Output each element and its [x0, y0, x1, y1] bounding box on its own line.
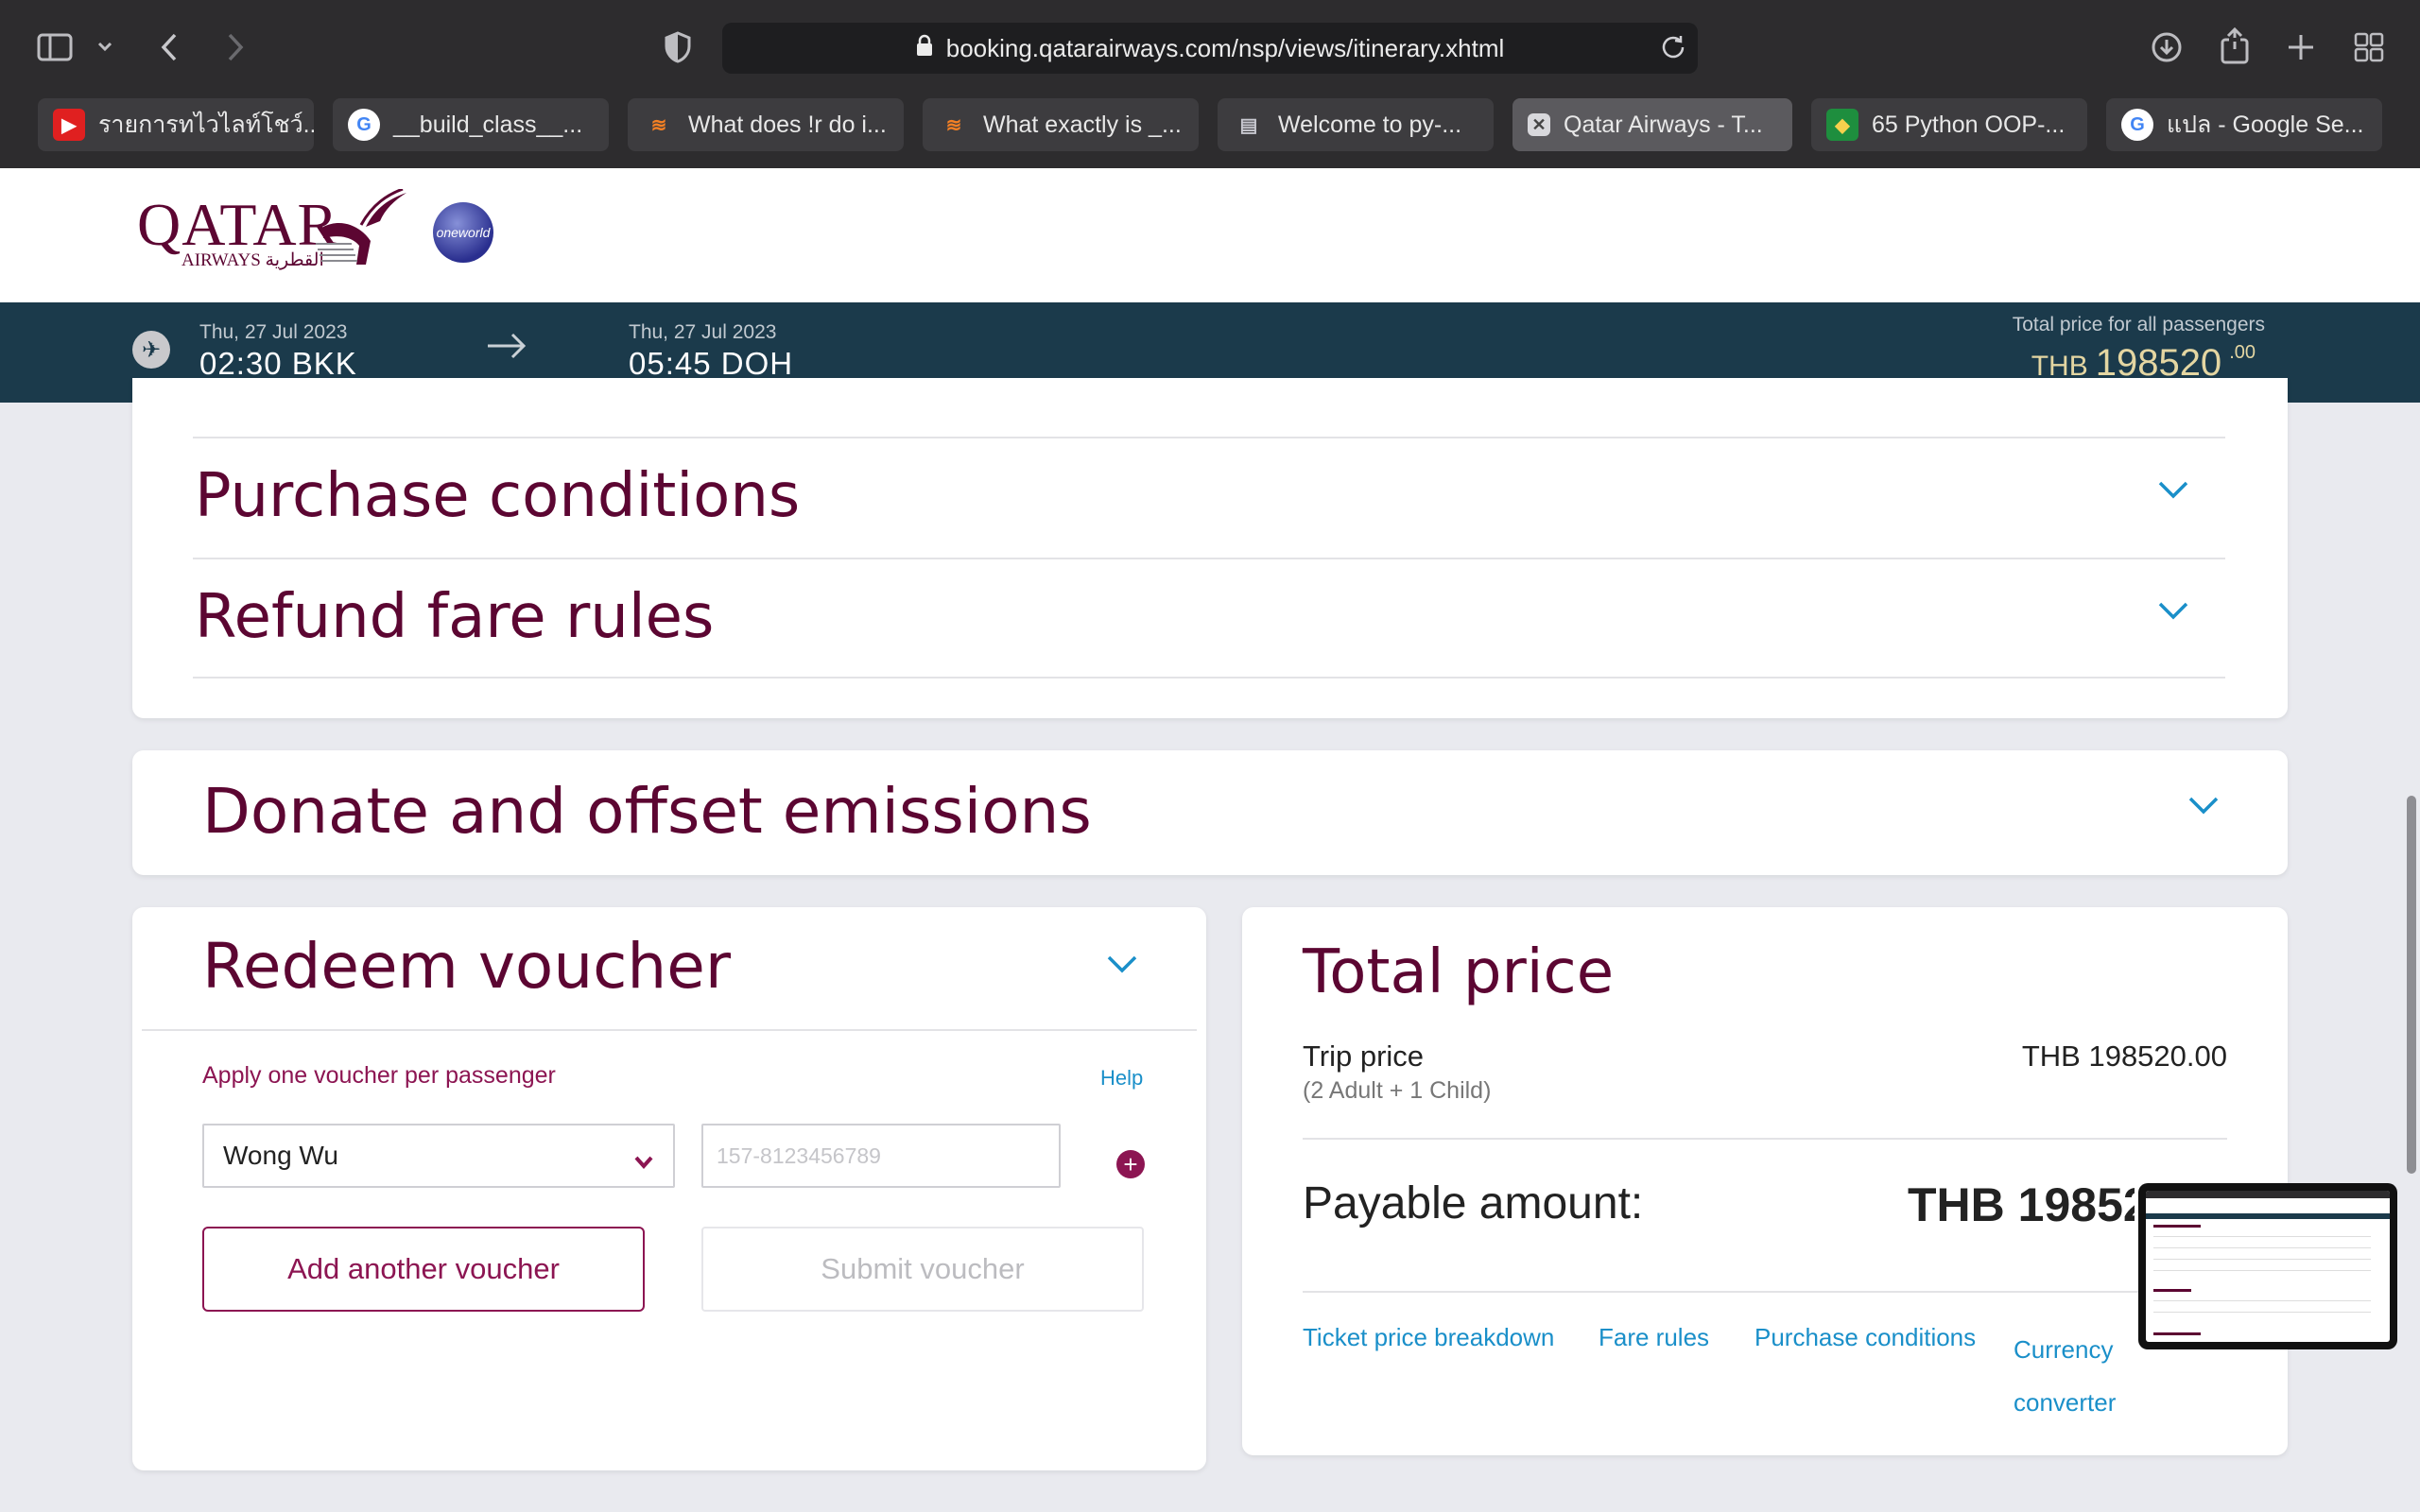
stackoverflow-icon: ≋ — [945, 114, 962, 136]
donate-card[interactable]: Donate and offset emissions — [132, 750, 2288, 875]
stackoverflow-icon: ≋ — [650, 114, 667, 136]
currency-converter-link[interactable]: Currency converter — [2014, 1323, 2127, 1429]
lock-icon — [916, 34, 933, 63]
passenger-count: (2 Adult + 1 Child) — [1303, 1077, 1492, 1104]
arrive-time: 05:45 DOH — [629, 346, 794, 381]
payable-amount-value: THB 198520.00 — [1908, 1178, 2135, 1231]
tab-python-oop[interactable]: ◆ 65 Python OOP-... — [1811, 98, 2087, 151]
new-tab-icon[interactable] — [2282, 28, 2320, 66]
tab-label: What exactly is _... — [983, 111, 1182, 138]
page-scrollbar[interactable] — [2407, 796, 2416, 1174]
url-text: booking.qatarairways.com/nsp/views/itine… — [945, 33, 1505, 62]
thumbnail-preview — [2146, 1191, 2390, 1342]
depart-date: Thu, 27 Jul 2023 — [199, 321, 348, 343]
tab-youtube[interactable]: ▶ รายการทไวไลท์โชว์... — [38, 98, 314, 151]
purchase-conditions-heading: Purchase conditions — [195, 461, 801, 531]
reload-icon[interactable] — [1660, 34, 1686, 67]
tab-overview-icon[interactable] — [2350, 28, 2388, 66]
sidebar-toggle-icon[interactable] — [36, 28, 74, 66]
fare-rules-link[interactable]: Fare rules — [1599, 1323, 1709, 1352]
help-link[interactable]: Help — [1100, 1066, 1143, 1091]
forward-icon[interactable] — [221, 28, 250, 66]
total-decimals: .00 — [2229, 342, 2256, 363]
tab-label: __build_class__... — [393, 111, 583, 138]
tab-qatar-airways[interactable]: ✕ Qatar Airways - T... — [1512, 98, 1792, 151]
divider — [1303, 1138, 2227, 1140]
tab-py-docs[interactable]: ▤ Welcome to py-... — [1218, 98, 1494, 151]
voucher-card: Redeem voucher — [132, 907, 1206, 1470]
tab-strip: ▶ รายการทไวไลท์โชว์... G __build_class__… — [38, 98, 2382, 153]
tab-label: Welcome to py-... — [1278, 111, 1462, 138]
passenger-select-value: Wong Wu — [223, 1141, 338, 1170]
tab-label: 65 Python OOP-... — [1872, 111, 2066, 138]
arrive-date: Thu, 27 Jul 2023 — [629, 321, 777, 343]
address-bar[interactable]: booking.qatarairways.com/nsp/views/itine… — [722, 23, 1698, 74]
back-icon[interactable] — [155, 28, 183, 66]
chevron-down-icon[interactable] — [2187, 796, 2220, 819]
tab-stackoverflow-what[interactable]: ≋ What exactly is _... — [923, 98, 1199, 151]
ticket-price-breakdown-link[interactable]: Ticket price breakdown — [1303, 1323, 1554, 1352]
passenger-select[interactable]: Wong Wu — [202, 1124, 675, 1188]
depart-time: 02:30 BKK — [199, 346, 357, 381]
divider — [1303, 1291, 2227, 1293]
redeem-voucher-heading: Redeem voucher — [202, 930, 732, 1003]
classroom-icon: ◆ — [1826, 109, 1858, 141]
close-icon[interactable]: ✕ — [1528, 113, 1550, 136]
payable-amount-label: Payable amount: — [1303, 1178, 1644, 1228]
accordion-refund-fare-rules[interactable]: Refund fare rules — [193, 558, 2225, 679]
chevron-down-icon[interactable] — [2157, 601, 2189, 625]
tab-google-translate[interactable]: G แปล - Google Se... — [2106, 98, 2382, 151]
google-icon: G — [348, 109, 380, 141]
total-price-heading: Total price — [1303, 937, 1615, 1007]
chevron-down-icon[interactable] — [93, 34, 117, 59]
add-another-voucher-button[interactable]: Add another voucher — [202, 1227, 645, 1312]
oryx-logo-icon — [314, 187, 408, 275]
chevron-down-icon[interactable] — [2157, 480, 2189, 504]
arrow-right-icon — [484, 329, 529, 368]
add-voucher-plus-icon[interactable]: + — [1116, 1150, 1145, 1178]
google-icon: G — [2121, 109, 2153, 141]
browser-toolbar: booking.qatarairways.com/nsp/views/itine… — [0, 0, 2420, 168]
accordion-purchase-conditions[interactable]: Purchase conditions — [193, 437, 2225, 558]
tab-label: แปล - Google Se... — [2167, 112, 2364, 138]
tab-label: What does !r do i... — [688, 111, 887, 138]
trip-price-amount: THB 198520.00 — [2021, 1040, 2227, 1073]
tab-stackoverflow-r[interactable]: ≋ What does !r do i... — [628, 98, 904, 151]
trip-price-label: Trip price — [1303, 1040, 1425, 1073]
plane-icon: ✈ — [132, 331, 170, 369]
voucher-instruction: Apply one voucher per passenger — [202, 1062, 556, 1089]
qatar-logo-subtext: AIRWAYS القطرية — [182, 250, 324, 270]
docs-icon: ▤ — [1239, 114, 1258, 136]
oneworld-logo: oneworld — [433, 202, 493, 263]
purchase-conditions-link[interactable]: Purchase conditions — [1754, 1323, 1976, 1352]
download-icon[interactable] — [2148, 28, 2186, 66]
qatar-logo-text[interactable]: QATAR — [137, 195, 338, 255]
tab-label: รายการทไวไลท์โชว์... — [98, 112, 314, 138]
screenshot-thumbnail[interactable] — [2138, 1183, 2397, 1349]
tab-label: Qatar Airways - T... — [1564, 111, 1763, 138]
shield-icon[interactable] — [662, 30, 694, 64]
share-icon[interactable] — [2216, 25, 2254, 66]
voucher-number-input[interactable]: 157-8123456789 — [701, 1124, 1061, 1188]
chevron-down-icon[interactable] — [1106, 954, 1138, 978]
chevron-down-icon — [633, 1146, 654, 1177]
total-price-label: Total price for all passengers — [2012, 314, 2265, 335]
tab-google-build-class[interactable]: G __build_class__... — [333, 98, 609, 151]
refund-fare-rules-heading: Refund fare rules — [195, 582, 715, 652]
youtube-icon: ▶ — [53, 109, 85, 141]
divider — [142, 1029, 1197, 1031]
submit-voucher-button[interactable]: Submit voucher — [701, 1227, 1144, 1312]
donate-heading: Donate and offset emissions — [202, 775, 1092, 848]
